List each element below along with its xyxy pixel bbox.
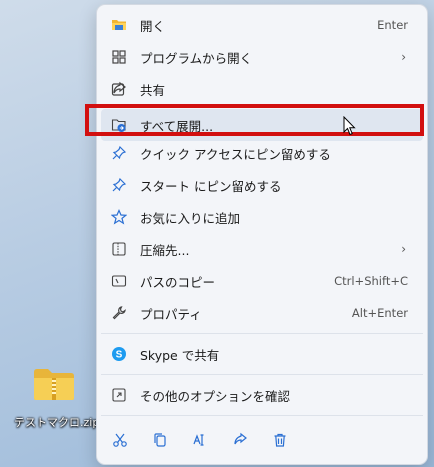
- menu-separator: [101, 415, 423, 416]
- menu-item-pin-quick-access[interactable]: クイック アクセスにピン留めする: [101, 137, 423, 169]
- menu-item-compress-to[interactable]: 圧縮先... ›: [101, 233, 423, 265]
- menu-item-properties[interactable]: プロパティ Alt+Enter: [101, 297, 423, 329]
- apps-icon: [111, 49, 127, 65]
- cut-icon[interactable]: [111, 431, 129, 449]
- zip-folder-icon: [32, 366, 76, 402]
- desktop-zip-file[interactable]: テストマクロ.zip: [14, 366, 100, 430]
- copy-icon[interactable]: [151, 431, 169, 449]
- quick-action-bar: [101, 423, 423, 455]
- menu-item-share[interactable]: 共有: [101, 73, 423, 105]
- menu-item-skype-share[interactable]: S Skype で共有: [101, 338, 423, 370]
- menu-item-open[interactable]: 開く Enter: [101, 9, 423, 41]
- menu-item-label: プロパティ: [140, 306, 202, 322]
- menu-item-shortcut: Enter: [377, 18, 408, 32]
- menu-item-label: その他のオプションを確認: [140, 388, 291, 404]
- wrench-icon: [111, 305, 127, 321]
- menu-item-label: 共有: [140, 82, 166, 98]
- menu-item-pin-start[interactable]: スタート にピン留めする: [101, 169, 423, 201]
- chevron-right-icon: ›: [401, 50, 406, 64]
- compress-icon: [111, 241, 127, 257]
- skype-icon: S: [111, 346, 127, 362]
- menu-item-label: Skype で共有: [140, 347, 220, 363]
- menu-separator: [101, 333, 423, 334]
- menu-item-label: 圧縮先...: [140, 242, 190, 258]
- context-menu: 開く Enter プログラムから開く › 共有 すべて展開... クイック アク…: [96, 4, 428, 465]
- mouse-cursor-icon: [343, 115, 357, 140]
- delete-icon[interactable]: [271, 431, 289, 449]
- menu-item-more-options[interactable]: その他のオプションを確認: [101, 379, 423, 411]
- chevron-right-icon: ›: [401, 242, 406, 256]
- highlight-box: [85, 104, 424, 136]
- menu-item-shortcut: Ctrl+Shift+C: [334, 274, 408, 288]
- more-options-icon: [111, 387, 127, 403]
- menu-item-open-with[interactable]: プログラムから開く ›: [101, 41, 423, 73]
- menu-item-label: スタート にピン留めする: [140, 178, 282, 194]
- menu-item-copy-path[interactable]: パスのコピー Ctrl+Shift+C: [101, 265, 423, 297]
- share-icon[interactable]: [231, 431, 249, 449]
- share-icon: [111, 81, 127, 97]
- pin-icon: [111, 145, 127, 161]
- menu-item-label: パスのコピー: [140, 274, 216, 290]
- folder-open-icon: [111, 17, 127, 33]
- menu-item-label: お気に入りに追加: [140, 210, 241, 226]
- copy-path-icon: [111, 273, 127, 289]
- svg-text:S: S: [116, 350, 123, 361]
- menu-item-label: プログラムから開く: [140, 50, 253, 66]
- menu-item-label: 開く: [140, 18, 166, 34]
- pin-icon: [111, 177, 127, 193]
- menu-item-add-favorites[interactable]: お気に入りに追加: [101, 201, 423, 233]
- menu-separator: [101, 374, 423, 375]
- star-icon: [111, 209, 127, 225]
- menu-item-shortcut: Alt+Enter: [351, 306, 408, 320]
- menu-item-label: クイック アクセスにピン留めする: [140, 146, 331, 162]
- rename-icon[interactable]: [191, 431, 209, 449]
- desktop-file-label: テストマクロ.zip: [14, 416, 100, 429]
